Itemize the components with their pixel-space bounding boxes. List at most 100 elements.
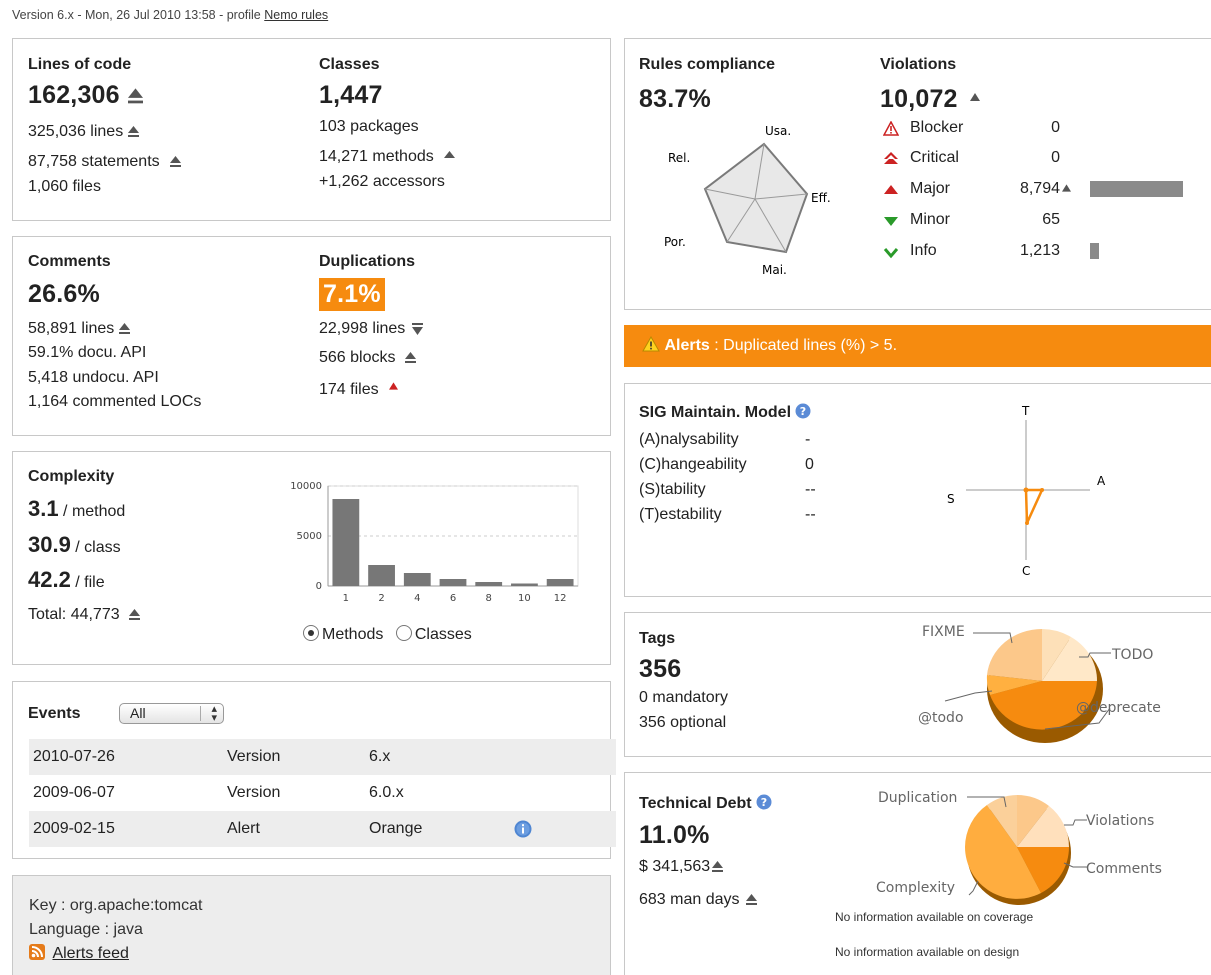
select-arrows-icon: ▴ ▾ bbox=[211, 703, 217, 724]
event-date: 2010-07-26 bbox=[33, 748, 115, 765]
event-name: 6.x bbox=[369, 748, 391, 765]
complexity-panel: Complexity 3.1 / method 30.9 / class 42.… bbox=[12, 451, 611, 665]
version-header: Version 6.x - Mon, 26 Jul 2010 13:58 - p… bbox=[12, 8, 328, 22]
duplicated-lines: 22,998 lines bbox=[319, 320, 424, 338]
sig-panel: SIG Maintain. Model ? (A)nalysability - (C… bbox=[624, 383, 1211, 597]
violation-label[interactable]: Info bbox=[910, 242, 937, 260]
chart-bar bbox=[511, 583, 538, 586]
trend-up-icon bbox=[969, 93, 980, 101]
events-filter-select[interactable]: All ▴ ▾ bbox=[119, 703, 224, 724]
trend-up-icon bbox=[1062, 184, 1071, 192]
rules-panel: Rules compliance 83.7% Usa. Rel. Eff. Po… bbox=[624, 38, 1211, 310]
classes-radio-label[interactable]: Classes bbox=[415, 626, 472, 643]
critical-icon bbox=[884, 152, 898, 164]
tags-pie-chart: FIXME TODO @todo @deprecate bbox=[918, 624, 1161, 743]
sig-row-label: (A)nalysability bbox=[639, 431, 739, 448]
duplications-value: 7.1% bbox=[319, 278, 385, 311]
event-name: 6.0.x bbox=[369, 784, 404, 801]
violation-row-blocker[interactable]: Blocker 0 bbox=[880, 119, 1210, 143]
chart-x-tick-label: 1 bbox=[343, 593, 349, 604]
radar-label-eff: Eff. bbox=[811, 191, 831, 205]
rules-radar-chart: Usa. Rel. Eff. Por. Mai. bbox=[664, 124, 831, 277]
project-info-panel: Key : org.apache:tomcat Language : java … bbox=[12, 875, 611, 975]
sig-row-value: 0 bbox=[805, 456, 814, 473]
sig-title: SIG Maintain. Model ? bbox=[639, 403, 811, 422]
trend-down-icon bbox=[412, 322, 424, 335]
violation-label[interactable]: Critical bbox=[910, 149, 959, 167]
classes-value: 1,447 bbox=[319, 81, 383, 109]
chart-bar bbox=[546, 579, 574, 586]
technical-debt-panel: Technical Debt ? 11.0% $ 341,563 683 man… bbox=[624, 772, 1211, 975]
chart-x-tick-label: 6 bbox=[450, 593, 456, 604]
chart-bar bbox=[332, 499, 360, 586]
warning-icon bbox=[642, 335, 660, 352]
help-icon[interactable]: ? bbox=[756, 794, 772, 810]
alerts-text: : Duplicated lines (%) > 5. bbox=[714, 337, 898, 354]
violation-count: 0 bbox=[1051, 149, 1060, 166]
comments-title: Comments bbox=[28, 253, 111, 270]
violation-row-info[interactable]: Info 1,213 bbox=[880, 242, 1210, 266]
size-panel: Lines of code 162,306 325,036 lines 87,7… bbox=[12, 38, 611, 221]
chart-x-tick-label: 4 bbox=[414, 593, 420, 604]
complexity-per-class: 30.9 / class bbox=[28, 532, 121, 557]
events-title: Events bbox=[28, 705, 81, 722]
trend-up-icon bbox=[128, 125, 140, 137]
project-language: Language : java bbox=[29, 921, 143, 938]
chart-y-tick-label: 5000 bbox=[297, 531, 322, 542]
trend-up-icon bbox=[169, 155, 181, 167]
violation-row-minor[interactable]: Minor 65 bbox=[880, 211, 1210, 235]
violation-label[interactable]: Minor bbox=[910, 211, 950, 229]
events-filter-value: All bbox=[130, 705, 146, 721]
version-text: Version 6.x - Mon, 26 Jul 2010 13:58 - p… bbox=[12, 8, 261, 22]
violation-row-critical[interactable]: Critical 0 bbox=[880, 149, 1210, 173]
sig-axis-a: A bbox=[1097, 474, 1106, 488]
rules-compliance-value: 83.7% bbox=[639, 85, 711, 113]
sig-row-label: (T)estability bbox=[639, 506, 722, 523]
violation-count: 0 bbox=[1051, 119, 1060, 136]
debt-value: 11.0% bbox=[639, 821, 710, 849]
comments-panel: Comments 26.6% 58,891 lines 59.1% docu. … bbox=[12, 236, 611, 436]
help-icon[interactable]: ? bbox=[795, 403, 811, 419]
methods-radio[interactable] bbox=[303, 625, 319, 641]
violations-title: Violations bbox=[880, 56, 957, 73]
profile-link[interactable]: Nemo rules bbox=[264, 8, 328, 22]
loc-lines: 325,036 lines bbox=[28, 123, 140, 141]
table-row: 2009-02-15 Alert Orange bbox=[29, 811, 616, 847]
blocker-icon bbox=[883, 121, 899, 136]
tags-pie-label-deprecate: @deprecate bbox=[1076, 700, 1161, 716]
event-date: 2009-02-15 bbox=[33, 820, 115, 837]
violation-label[interactable]: Major bbox=[910, 180, 950, 198]
debt-man-days: 683 man days bbox=[639, 891, 757, 909]
violation-label[interactable]: Blocker bbox=[910, 119, 963, 137]
commented-locs: 1,164 commented LOCs bbox=[28, 393, 202, 410]
radar-label-mai: Mai. bbox=[762, 263, 787, 277]
debt-pie-label-duplication: Duplication bbox=[878, 790, 957, 806]
comment-lines: 58,891 lines bbox=[28, 320, 131, 338]
radar-label-rel: Rel. bbox=[668, 151, 690, 165]
tags-pie-label-todo: TODO bbox=[1111, 647, 1153, 663]
violations-value: 10,072 bbox=[880, 85, 980, 114]
debt-pie-chart: Duplication Violations Comments Complexi… bbox=[876, 790, 1162, 905]
chart-bar bbox=[475, 582, 503, 586]
violation-count: 8,794 bbox=[1019, 180, 1060, 197]
svg-text:?: ? bbox=[761, 796, 767, 809]
accessors-count: +1,262 accessors bbox=[319, 173, 445, 190]
minor-icon bbox=[884, 217, 898, 226]
classes-radio[interactable] bbox=[395, 625, 412, 641]
event-date: 2009-06-07 bbox=[33, 784, 115, 801]
complexity-distribution-chart: 05000100001 2 4 6 8 10 12 bbox=[290, 481, 579, 604]
tags-optional: 356 optional bbox=[639, 714, 727, 731]
alerts-bar: Alerts : Duplicated lines (%) > 5. bbox=[624, 325, 1211, 367]
info-icon[interactable] bbox=[514, 820, 532, 838]
chart-bar bbox=[403, 573, 431, 586]
sig-row-value: -- bbox=[805, 506, 816, 523]
event-name: Orange bbox=[369, 820, 423, 837]
trend-up-icon bbox=[119, 322, 131, 334]
violation-row-major[interactable]: Major 8,794 bbox=[880, 180, 1210, 204]
chart-x-tick-label: 10 bbox=[518, 593, 531, 604]
alerts-feed-link[interactable]: Alerts feed bbox=[29, 944, 129, 963]
docu-api: 59.1% docu. API bbox=[28, 344, 147, 361]
radar-label-usa: Usa. bbox=[765, 124, 791, 138]
no-design-info: No information available on design bbox=[835, 945, 1020, 959]
methods-radio-label[interactable]: Methods bbox=[322, 626, 383, 643]
